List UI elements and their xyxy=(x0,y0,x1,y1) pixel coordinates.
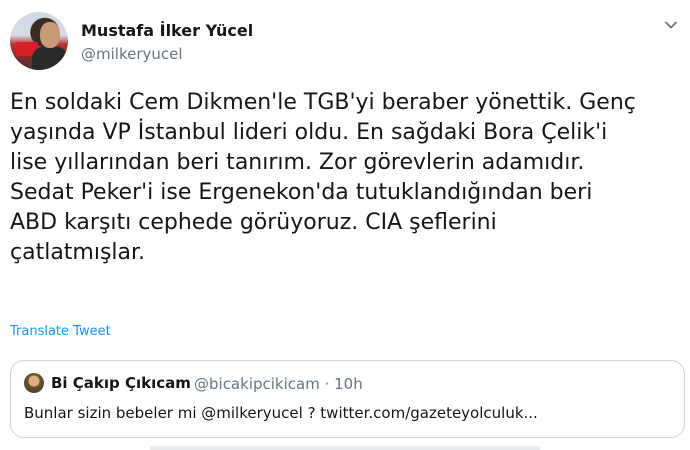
quoted-tweet[interactable]: Bi Çakıp Çıkıcam @bicakipcikicam · 10h B… xyxy=(10,360,685,438)
divider xyxy=(150,446,540,450)
author-avatar[interactable] xyxy=(10,12,68,70)
quoted-tweet-text: Bunlar sizin bebeler mi @milkeryucel ? t… xyxy=(24,404,538,422)
author-display-name[interactable]: Mustafa İlker Yücel xyxy=(81,21,253,40)
translate-tweet-link[interactable]: Translate Tweet xyxy=(10,324,111,339)
person-shape xyxy=(32,46,68,70)
author-handle[interactable]: @milkeryucel xyxy=(81,45,183,63)
tweet-header: Mustafa İlker Yücel @milkeryucel xyxy=(10,12,680,72)
face-shape xyxy=(40,22,60,48)
quoted-author-name: Bi Çakıp Çıkıcam xyxy=(51,374,191,392)
quoted-author-avatar xyxy=(24,373,44,393)
tweet-text: En soldaki Cem Dikmen'le TGB'yi beraber … xyxy=(10,90,636,265)
chevron-down-icon[interactable] xyxy=(664,18,678,32)
quoted-author-meta: @bicakipcikicam · 10h xyxy=(194,375,363,393)
